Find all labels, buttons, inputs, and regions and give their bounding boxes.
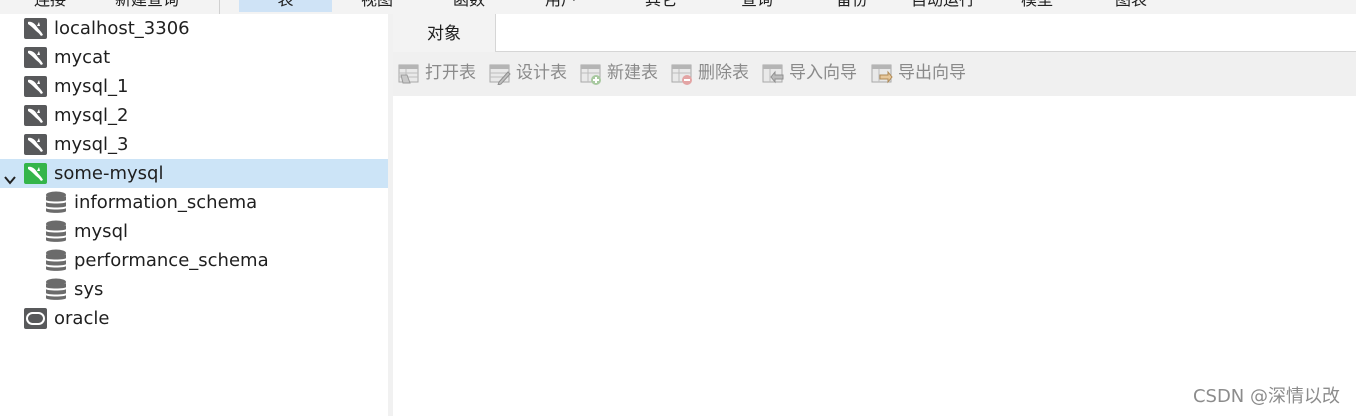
tree-database-information-schema[interactable]: information_schema <box>0 188 388 217</box>
connection-label: mysql_3 <box>54 134 129 155</box>
database-label: sys <box>74 279 104 300</box>
tree-database-sys[interactable]: sys <box>0 275 388 304</box>
csdn-watermark: CSDN @深情以改 <box>1192 386 1340 407</box>
tree-connection-some-mysql[interactable]: some-mysql <box>0 159 388 188</box>
database-icon <box>45 191 67 215</box>
menu-separator <box>219 0 220 14</box>
objects-panel: 对象 打开表 设计表 新建表 删除表 导入向导 导出向导 <box>393 14 1356 416</box>
export-wizard-icon <box>871 63 893 85</box>
tree-connection-mysql-1[interactable]: mysql_1 <box>0 72 388 101</box>
main-menu-bar: 连接 新建查询 表 视图 函数 用户 其它 查询 备份 自动运行 模型 图表 <box>0 0 1356 15</box>
tree-connection-oracle[interactable]: oracle <box>0 304 388 333</box>
import-wizard-icon <box>762 63 784 85</box>
menu-new-query[interactable]: 新建查询 <box>115 0 179 12</box>
delete-table-icon <box>671 63 693 85</box>
menu-function[interactable]: 函数 <box>453 0 485 12</box>
objects-content-area[interactable] <box>393 96 1356 416</box>
connection-label: mysql_2 <box>54 105 129 126</box>
menu-automation[interactable]: 自动运行 <box>911 0 975 12</box>
menu-backup[interactable]: 备份 <box>836 0 868 12</box>
menu-query[interactable]: 查询 <box>741 0 773 12</box>
mysql-connection-icon <box>24 134 47 155</box>
oracle-connection-icon <box>24 308 47 329</box>
delete-table-label: 删除表 <box>698 63 749 83</box>
menu-chart[interactable]: 图表 <box>1115 0 1147 12</box>
menu-model[interactable]: 模型 <box>1021 0 1053 12</box>
connection-label: mycat <box>54 47 111 68</box>
tree-connection-mysql-3[interactable]: mysql_3 <box>0 130 388 159</box>
database-icon <box>45 278 67 302</box>
open-table-label: 打开表 <box>425 63 476 83</box>
chevron-down-icon[interactable] <box>3 167 17 185</box>
menu-other[interactable]: 其它 <box>645 0 677 12</box>
import-wizard-label: 导入向导 <box>789 63 857 83</box>
tree-connection-mycat[interactable]: mycat <box>0 43 388 72</box>
mysql-connection-icon <box>24 18 47 39</box>
menu-view[interactable]: 视图 <box>361 0 393 12</box>
mysql-connection-icon <box>24 76 47 97</box>
objects-toolbar: 打开表 设计表 新建表 删除表 导入向导 导出向导 <box>393 52 1356 96</box>
mysql-connection-icon <box>24 47 47 68</box>
tab-strip: 对象 <box>393 14 1356 52</box>
connection-label: some-mysql <box>54 163 164 184</box>
new-table-label: 新建表 <box>607 63 658 83</box>
mysql-connection-open-icon <box>24 163 47 184</box>
connection-tree: localhost_3306 mycat mysql_1 mysql_2 mys… <box>0 14 388 416</box>
mysql-connection-icon <box>24 105 47 126</box>
tab-objects[interactable]: 对象 <box>393 14 496 52</box>
design-table-label: 设计表 <box>516 63 567 83</box>
menu-table[interactable]: 表 <box>239 0 332 12</box>
connection-label: oracle <box>54 308 110 329</box>
database-label: performance_schema <box>74 250 269 271</box>
tree-connection-localhost[interactable]: localhost_3306 <box>0 14 388 43</box>
tree-connection-mysql-2[interactable]: mysql_2 <box>0 101 388 130</box>
tree-database-mysql[interactable]: mysql <box>0 217 388 246</box>
database-label: mysql <box>74 221 128 242</box>
design-table-icon <box>489 63 511 86</box>
database-icon <box>45 249 67 273</box>
database-icon <box>45 220 67 244</box>
export-wizard-label: 导出向导 <box>898 63 966 83</box>
tree-database-performance-schema[interactable]: performance_schema <box>0 246 388 275</box>
open-table-icon <box>398 63 420 85</box>
database-label: information_schema <box>74 192 258 213</box>
new-table-icon <box>580 63 602 85</box>
menu-user[interactable]: 用户 <box>545 0 577 12</box>
connection-label: mysql_1 <box>54 76 129 97</box>
connection-label: localhost_3306 <box>54 18 190 39</box>
menu-connect[interactable]: 连接 <box>34 0 66 12</box>
